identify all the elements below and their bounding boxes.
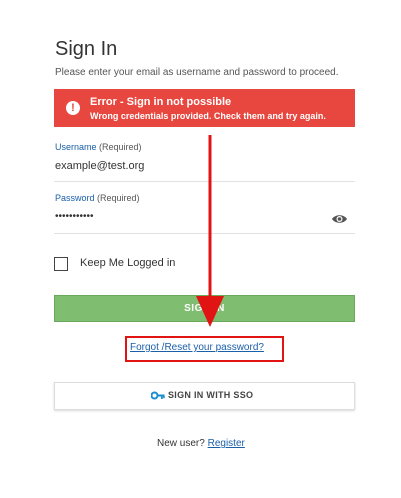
password-field[interactable]: ••••••••••• xyxy=(55,211,94,222)
error-message: Wrong credentials provided. Check them a… xyxy=(90,111,326,121)
username-underline xyxy=(54,181,355,182)
password-label: Password (Required) xyxy=(55,193,140,203)
keep-logged-in-label: Keep Me Logged in xyxy=(80,257,176,269)
sign-in-sso-button[interactable]: SIGN IN WITH SSO xyxy=(54,382,355,410)
sign-in-button[interactable]: SIGN IN xyxy=(54,295,355,322)
password-label-text: Password xyxy=(55,193,95,203)
forgot-password-link[interactable]: Forgot /Reset your password? xyxy=(130,342,264,353)
key-icon xyxy=(151,391,165,400)
error-title: Error - Sign in not possible xyxy=(90,96,232,108)
exclamation-icon: ! xyxy=(66,101,80,115)
password-required-text: (Required) xyxy=(97,193,140,203)
register-line: New user? Register xyxy=(157,438,245,449)
register-link[interactable]: Register xyxy=(208,438,245,449)
sso-button-content: SIGN IN WITH SSO xyxy=(151,390,253,400)
eye-icon[interactable] xyxy=(331,213,348,225)
username-required-text: (Required) xyxy=(99,142,142,152)
username-label-text: Username xyxy=(55,142,97,152)
password-underline xyxy=(54,233,355,234)
error-alert: ! Error - Sign in not possible Wrong cre… xyxy=(54,89,355,127)
keep-logged-in-checkbox[interactable] xyxy=(54,257,68,271)
sso-button-label: SIGN IN WITH SSO xyxy=(168,390,254,400)
register-prompt: New user? xyxy=(157,438,205,449)
page-title: Sign In xyxy=(55,38,118,60)
username-label: Username (Required) xyxy=(55,142,142,152)
sign-in-page: Sign In Please enter your email as usern… xyxy=(0,0,401,498)
page-subtitle: Please enter your email as username and … xyxy=(55,67,339,78)
username-field[interactable]: example@test.org xyxy=(55,160,144,172)
